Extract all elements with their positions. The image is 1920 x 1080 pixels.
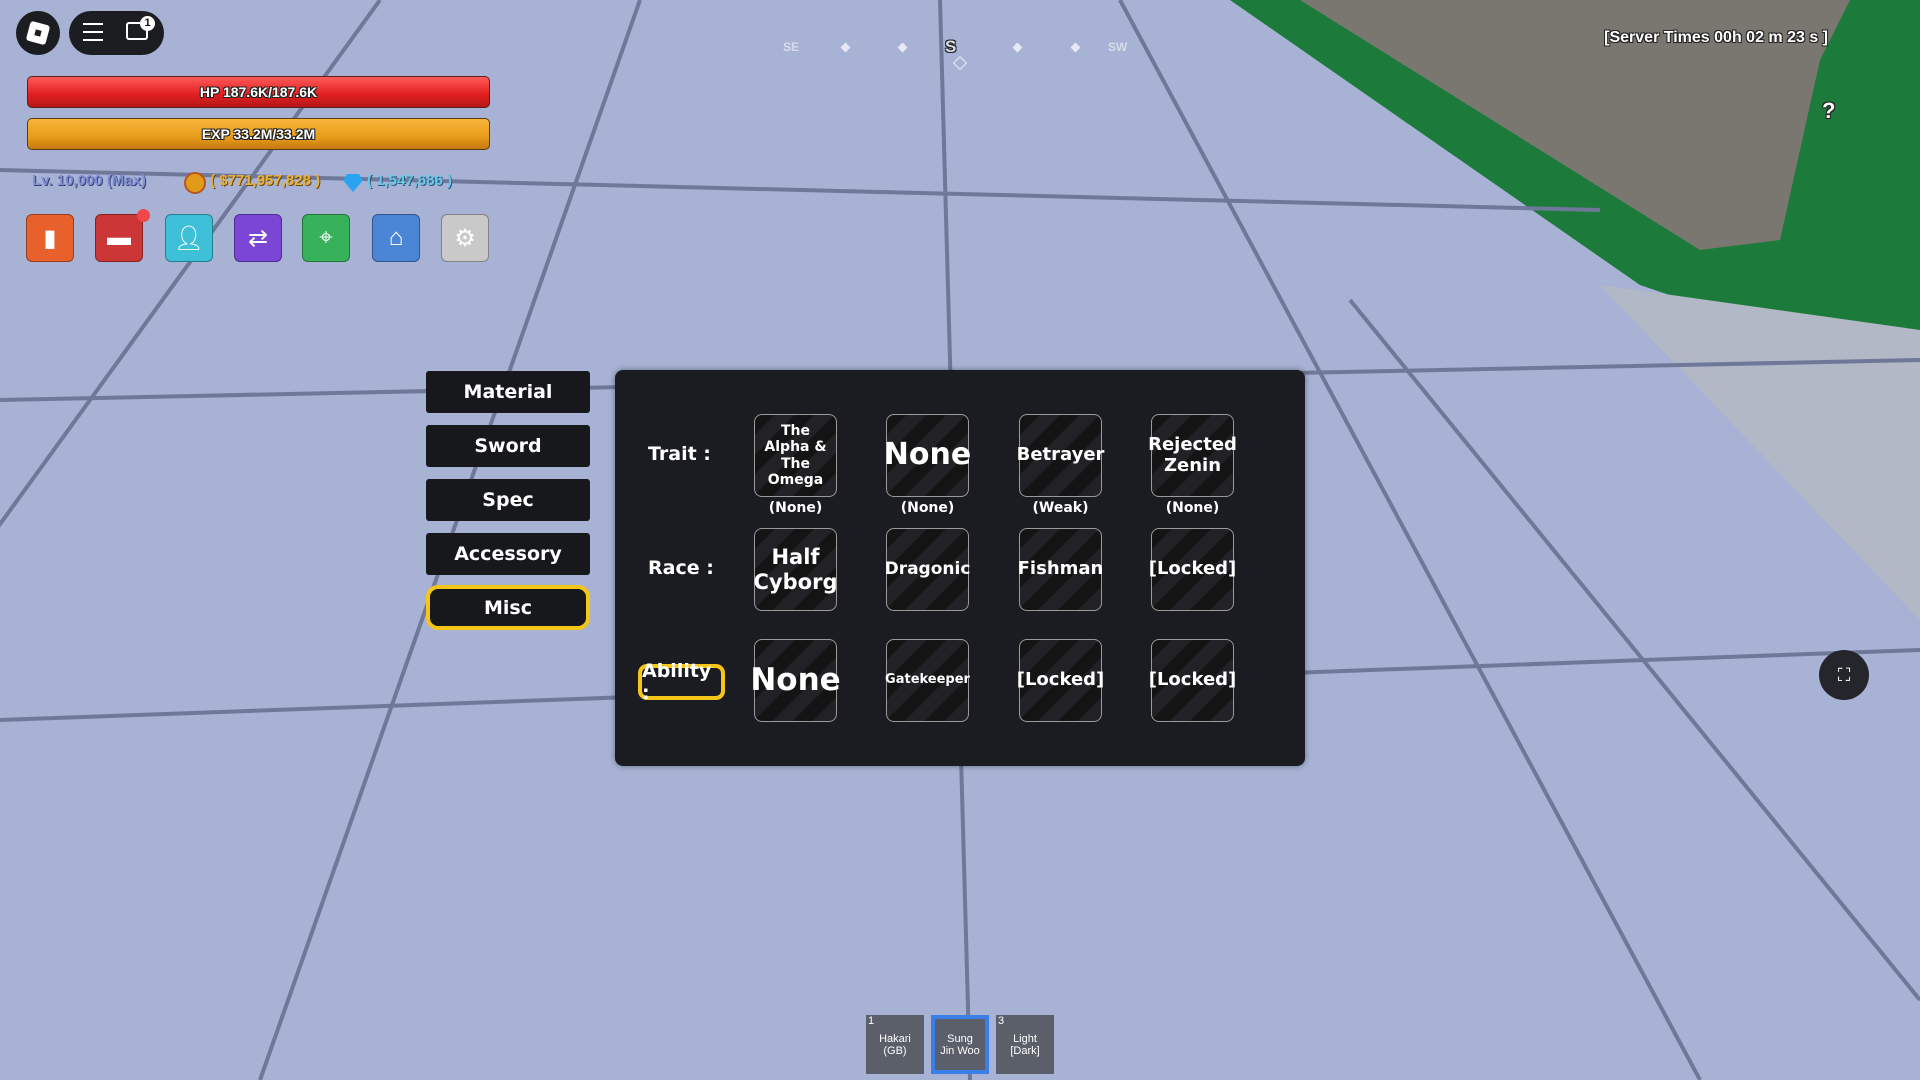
hotbar-slot[interactable]: 1 Hakari (GB) bbox=[866, 1015, 924, 1074]
trait-grade: (None) bbox=[1165, 500, 1220, 516]
hotbar-slot[interactable]: 3 Light [Dark] bbox=[996, 1015, 1054, 1074]
profile-icon: 👤︎ bbox=[173, 224, 205, 252]
ability-slot[interactable]: None bbox=[750, 639, 841, 722]
stats-button[interactable]: ▮ bbox=[26, 214, 74, 262]
inventory-box-icon: ▬ bbox=[107, 224, 131, 251]
map-pin-icon: ⌖ bbox=[319, 224, 333, 251]
hotbar-key: 1 bbox=[868, 1015, 875, 1027]
shop-button[interactable]: ⌂ bbox=[372, 214, 420, 262]
ability-label-box: Ability : bbox=[638, 660, 725, 704]
settings-gear-icon: ⚙ bbox=[454, 224, 476, 252]
race-label: Race : bbox=[648, 557, 714, 579]
notification-dot bbox=[137, 209, 150, 222]
tab-spec[interactable]: Spec bbox=[426, 479, 590, 521]
trait-slot[interactable]: Rejected Zenin bbox=[1148, 414, 1237, 497]
compass-s: S bbox=[945, 37, 957, 56]
race-slot[interactable]: [Locked] bbox=[1149, 528, 1236, 611]
exp-bar: EXP 33.2M/33.2M bbox=[27, 118, 490, 150]
trade-arrows-icon: ⇄ bbox=[247, 224, 269, 252]
screenshot-button[interactable]: ⛶ bbox=[1819, 650, 1869, 700]
coin-icon bbox=[184, 172, 206, 194]
trait-grade: (Weak) bbox=[1032, 500, 1089, 516]
compass-se: SE bbox=[783, 40, 800, 54]
race-slot[interactable]: Fishman bbox=[1018, 528, 1103, 611]
ability-slot[interactable]: [Locked] bbox=[1017, 639, 1104, 722]
trait-label: Trait : bbox=[648, 443, 711, 465]
shop-icon: ⌂ bbox=[388, 224, 404, 251]
map-button[interactable]: ⌖ bbox=[302, 214, 350, 262]
help-icon[interactable]: ? bbox=[1822, 98, 1835, 124]
trait-slot[interactable]: None bbox=[884, 414, 971, 497]
chat-badge: 1 bbox=[140, 16, 155, 31]
hamburger-menu-icon[interactable] bbox=[83, 23, 103, 41]
hotbar-slot-selected[interactable]: Sung Jin Woo bbox=[931, 1015, 989, 1074]
ability-label: Ability : bbox=[642, 660, 712, 704]
level-text: Lv. 10,000 (Max) bbox=[32, 172, 146, 189]
gems-text: ( 1,547,686 ) bbox=[367, 172, 453, 189]
trait-grade: (None) bbox=[768, 500, 823, 516]
roblox-menu-button[interactable] bbox=[16, 11, 60, 55]
roblox-logo-icon bbox=[25, 20, 51, 46]
hp-bar: HP 187.6K/187.6K bbox=[27, 76, 490, 108]
hotbar-label: Sung Jin Woo bbox=[940, 1032, 980, 1057]
profile-button[interactable]: 👤︎ bbox=[165, 214, 213, 262]
hotbar-label: Hakari (GB) bbox=[879, 1032, 911, 1057]
ability-slot[interactable]: [Locked] bbox=[1149, 639, 1236, 722]
hotbar-key: 3 bbox=[998, 1015, 1005, 1027]
tab-sword[interactable]: Sword bbox=[426, 425, 590, 467]
stats-icon: ▮ bbox=[43, 224, 57, 252]
tab-material[interactable]: Material bbox=[426, 371, 590, 413]
trait-slot[interactable]: The Alpha & The Omega bbox=[754, 414, 837, 497]
compass-sw: SW bbox=[1108, 40, 1128, 54]
trait-slot[interactable]: Betrayer bbox=[1017, 414, 1104, 497]
ability-slot[interactable]: Gatekeeper bbox=[885, 639, 970, 722]
tab-misc[interactable]: Misc bbox=[426, 585, 590, 630]
settings-button[interactable]: ⚙ bbox=[441, 214, 489, 262]
tab-accessory[interactable]: Accessory bbox=[426, 533, 590, 575]
server-time: [Server Times 00h 02 m 23 s ] bbox=[1604, 29, 1828, 46]
camera-icon: ⛶ bbox=[1837, 664, 1851, 685]
inventory-button[interactable]: ▬ bbox=[95, 214, 143, 262]
hotbar-label: Light [Dark] bbox=[1010, 1032, 1040, 1057]
race-slot[interactable]: Half Cyborg bbox=[754, 528, 837, 611]
money-text: ( $771,957,828 ) bbox=[210, 172, 321, 189]
race-slot[interactable]: Dragonic bbox=[885, 528, 970, 611]
trade-button[interactable]: ⇄ bbox=[234, 214, 282, 262]
trait-grade: (None) bbox=[900, 500, 955, 516]
